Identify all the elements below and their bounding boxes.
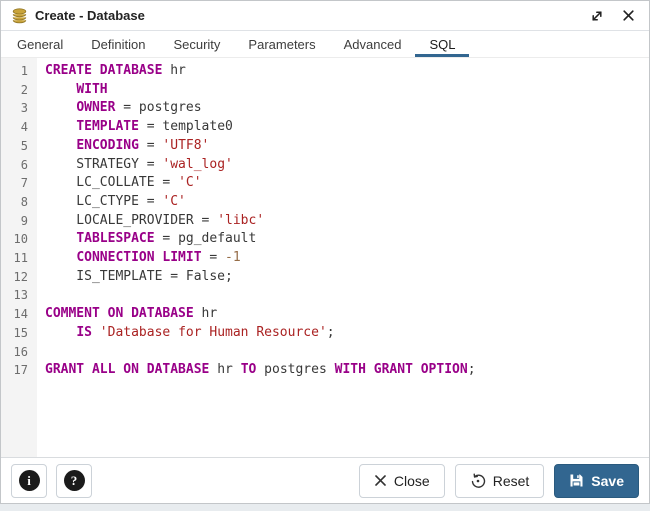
tab-definition[interactable]: Definition [77,31,159,57]
code-line: 2 WITH [1,81,649,100]
dialog-bottom-edge [0,504,650,511]
code-line: 7 LC_COLLATE = 'C' [1,174,649,193]
tab-general[interactable]: General [3,31,77,57]
sql-help-button[interactable]: i [11,464,47,498]
close-dialog-icon[interactable] [620,7,637,24]
code-line: 14COMMENT ON DATABASE hr [1,305,649,324]
dialog-footer: i ? Close Reset [1,457,649,503]
code-line: 6 STRATEGY = 'wal_log' [1,156,649,175]
database-icon [11,8,28,24]
close-button-label: Close [394,473,430,489]
line-number: 3 [1,99,37,118]
expand-dialog-icon[interactable] [588,7,606,25]
line-number: 2 [1,81,37,100]
reset-button[interactable]: Reset [455,464,545,498]
code-line: 8 LC_CTYPE = 'C' [1,193,649,212]
close-x-icon [374,474,387,487]
dialog-header: Create - Database [1,1,649,31]
line-number: 1 [1,62,37,81]
line-number: 4 [1,118,37,137]
save-button[interactable]: Save [554,464,639,498]
question-icon: ? [64,470,85,491]
code-line: 5 ENCODING = 'UTF8' [1,137,649,156]
line-number: 9 [1,212,37,231]
create-database-dialog: Create - Database General Definition Sec… [0,0,650,504]
dialog-tabbar: General Definition Security Parameters A… [1,31,649,58]
line-number: 7 [1,174,37,193]
tab-security[interactable]: Security [159,31,234,57]
line-number: 6 [1,156,37,175]
tab-sql[interactable]: SQL [415,31,469,57]
line-number: 17 [1,361,37,380]
reset-button-label: Reset [493,473,530,489]
dialog-help-button[interactable]: ? [56,464,92,498]
save-button-label: Save [591,473,624,489]
code-line: 3 OWNER = postgres [1,99,649,118]
line-number: 12 [1,268,37,287]
line-number: 10 [1,230,37,249]
code-line: 1CREATE DATABASE hr [1,62,649,81]
code-line: 9 LOCALE_PROVIDER = 'libc' [1,212,649,231]
code-line: 4 TEMPLATE = template0 [1,118,649,137]
line-number: 13 [1,286,37,305]
code-line: 13 [1,286,649,305]
close-button[interactable]: Close [359,464,445,498]
line-number: 8 [1,193,37,212]
reset-icon [470,473,486,489]
sql-code-lines: 1CREATE DATABASE hr2 WITH3 OWNER = postg… [1,62,649,380]
code-line: 11 CONNECTION LIMIT = -1 [1,249,649,268]
sql-editor[interactable]: 1CREATE DATABASE hr2 WITH3 OWNER = postg… [1,58,649,457]
code-line: 10 TABLESPACE = pg_default [1,230,649,249]
tab-parameters[interactable]: Parameters [234,31,329,57]
code-line: 12 IS_TEMPLATE = False; [1,268,649,287]
line-number: 11 [1,249,37,268]
save-icon [569,473,584,488]
info-icon: i [19,470,40,491]
line-number: 15 [1,324,37,343]
tab-advanced[interactable]: Advanced [330,31,416,57]
line-number: 16 [1,343,37,362]
code-line: 15 IS 'Database for Human Resource'; [1,324,649,343]
dialog-title: Create - Database [35,8,145,23]
code-line: 17GRANT ALL ON DATABASE hr TO postgres W… [1,361,649,380]
code-line: 16 [1,343,649,362]
line-number: 5 [1,137,37,156]
line-number: 14 [1,305,37,324]
